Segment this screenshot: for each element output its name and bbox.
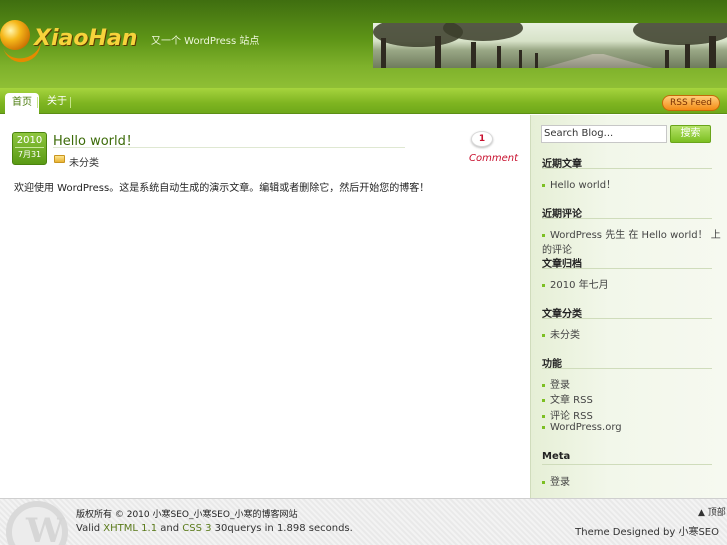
theme-credit[interactable]: Theme Designed by 小寒SEO [575,523,719,538]
wordpress-org-link[interactable]: WordPress.org [542,422,622,433]
nav-item-about[interactable]: 关于 [40,92,74,112]
post-body-text: 欢迎使用 WordPress。这是系统自动生成的演示文章。编辑或者删除它，然后开… [14,183,430,194]
main-nav: 首页 关于 RSS Feed [0,88,727,114]
site-logo[interactable]: XiaoHan [0,18,142,70]
back-to-top-link[interactable]: ▲ 顶部 [698,505,726,518]
comments-rss-link[interactable]: 评论 RSS [542,407,593,422]
nav-separator [70,97,71,108]
comment-link[interactable]: Comment [469,153,518,164]
footer-validity: Valid XHTML 1.1 and CSS 3 30querys in 1.… [76,523,353,534]
post-category-link[interactable]: 未分类 [69,154,99,169]
widget-divider [542,218,712,219]
search-input[interactable]: Search Blog... [541,125,667,143]
post-date-badge: 2010 7月31 [12,132,47,165]
post-date-year: 2010 [15,135,44,148]
recent-comment-link[interactable]: WordPress 先生 在 Hello world！ 上的评论 [542,226,727,256]
archive-link[interactable]: 2010 年七月 [542,276,609,291]
site-header: XiaoHan 又一个 WordPress 站点 [0,0,727,88]
footer-copyright: 版权所有 © 2010 小寒SEO_小寒SEO_小寒的博客网站 [76,510,298,520]
widget-divider [542,168,712,169]
widget-divider [542,268,712,269]
nav-item-home[interactable]: 首页 [5,93,39,114]
back-to-top-label: 顶部 [707,508,726,518]
main-content: 2010 7月31 Hello world！ 未分类 1 Comment 欢迎使… [0,115,530,498]
wordpress-logo-icon: W [6,501,68,545]
css-link[interactable]: CSS 3 [182,523,211,534]
title-divider [53,147,405,148]
recent-post-link[interactable]: Hello world！ [542,176,616,191]
xhtml-link[interactable]: XHTML 1.1 [103,523,157,534]
folder-icon [54,155,65,163]
login-link[interactable]: 登录 [542,376,570,391]
site-footer: W 版权所有 © 2010 小寒SEO_小寒SEO_小寒的博客网站 Valid … [0,498,727,545]
widget-divider [542,318,712,319]
rss-feed-button[interactable]: RSS Feed [662,95,720,111]
nav-separator [37,97,38,108]
category-link[interactable]: 未分类 [542,326,580,341]
widget-title-meta: Meta [542,451,571,462]
comment-count-bubble[interactable]: 1 [471,131,493,147]
sidebar: Search Blog... 搜索 近期文章 Hello world！ 近期评论… [530,115,727,498]
widget-divider [542,464,712,465]
and-text: and [160,523,180,534]
valid-prefix: Valid [76,523,101,534]
logo-text: XiaoHan [34,26,138,51]
post-date-day: 7月31 [17,150,42,159]
meta-login-link[interactable]: 登录 [542,473,570,488]
up-arrow-icon: ▲ [698,508,705,518]
site-tagline: 又一个 WordPress 站点 [151,36,260,47]
widget-divider [542,368,712,369]
query-stats: 30querys in 1.898 seconds. [214,523,353,534]
header-banner-image [373,23,727,68]
posts-rss-link[interactable]: 文章 RSS [542,391,593,406]
search-button[interactable]: 搜索 [670,125,711,143]
